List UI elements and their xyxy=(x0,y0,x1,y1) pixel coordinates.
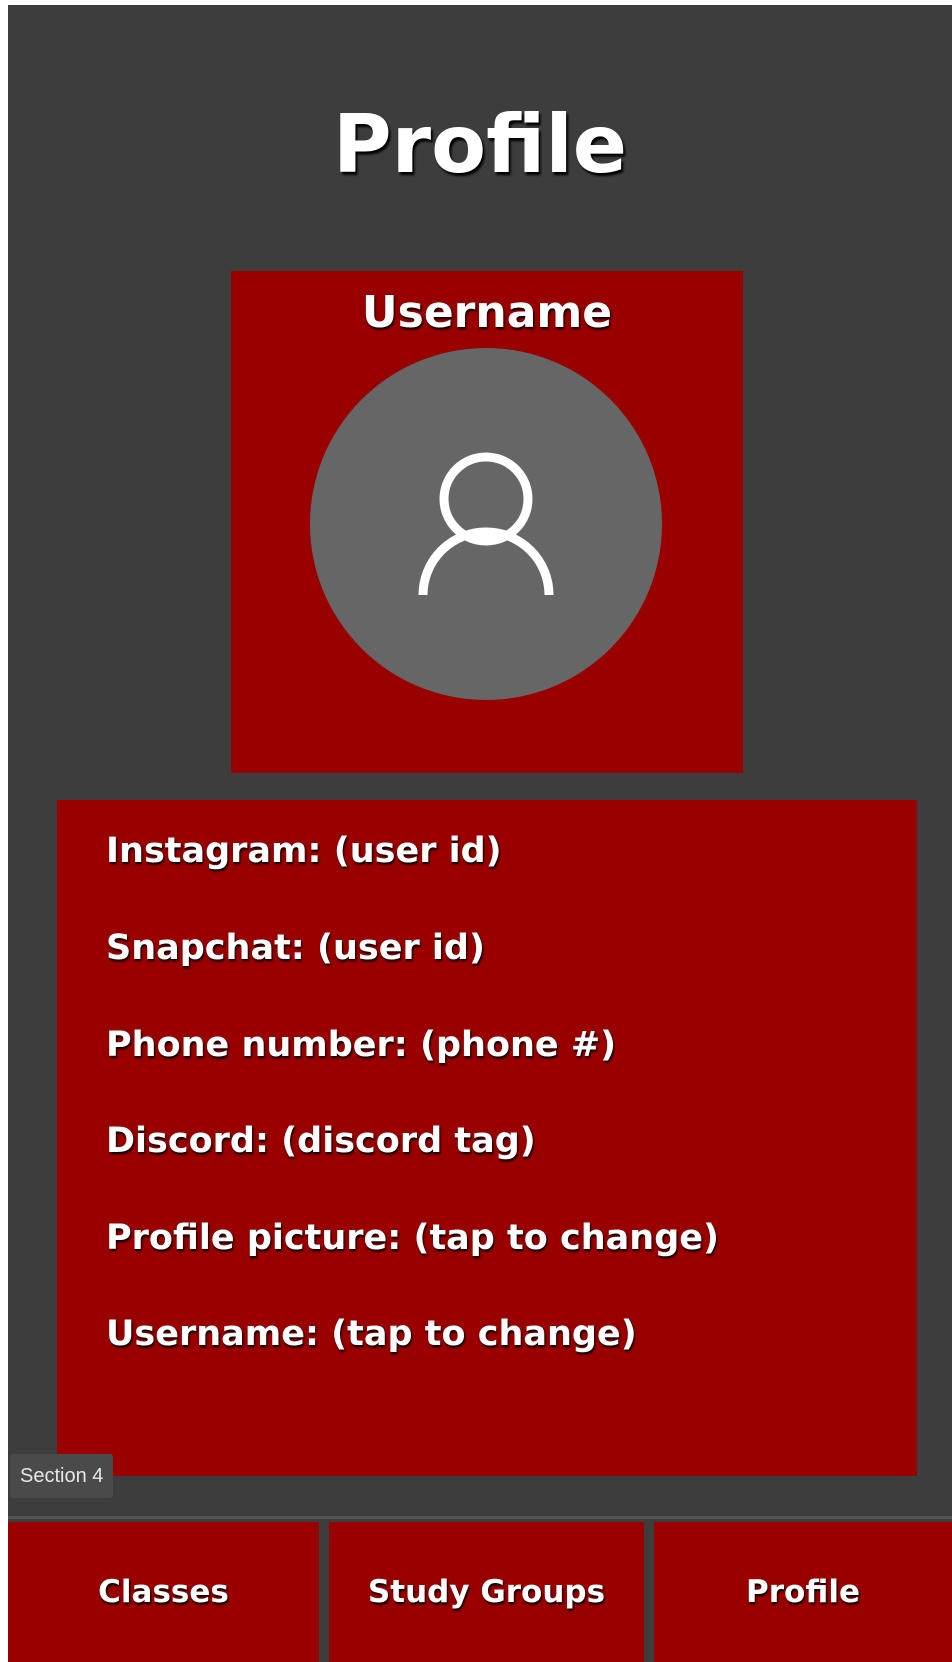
profile-picture-row[interactable]: Profile picture: (tap to change) xyxy=(106,1215,719,1261)
username-heading: Username xyxy=(361,287,613,338)
phone-number-row[interactable]: Phone number: (phone #) xyxy=(106,1022,616,1068)
bottom-nav: Classes Study Groups Profile xyxy=(8,1522,952,1662)
snapchat-row[interactable]: Snapchat: (user id) xyxy=(106,925,485,971)
nav-tab-classes[interactable]: Classes xyxy=(8,1522,319,1662)
page-title: Profile xyxy=(332,98,628,191)
instagram-row[interactable]: Instagram: (user id) xyxy=(106,828,502,874)
nav-tab-profile[interactable]: Profile xyxy=(654,1522,952,1662)
avatar[interactable] xyxy=(310,348,662,700)
user-icon xyxy=(418,452,554,596)
contact-info-panel: Instagram: (user id) Snapchat: (user id)… xyxy=(57,800,917,1476)
nav-divider xyxy=(8,1516,952,1519)
nav-tab-study-groups[interactable]: Study Groups xyxy=(329,1522,644,1662)
username-row[interactable]: Username: (tap to change) xyxy=(106,1311,637,1357)
discord-row[interactable]: Discord: (discord tag) xyxy=(106,1118,536,1164)
profile-card: Username xyxy=(231,271,743,773)
section-label: Section 4 xyxy=(10,1454,114,1498)
app-screen: Profile Username Instagram: (user id) Sn… xyxy=(8,5,952,1662)
